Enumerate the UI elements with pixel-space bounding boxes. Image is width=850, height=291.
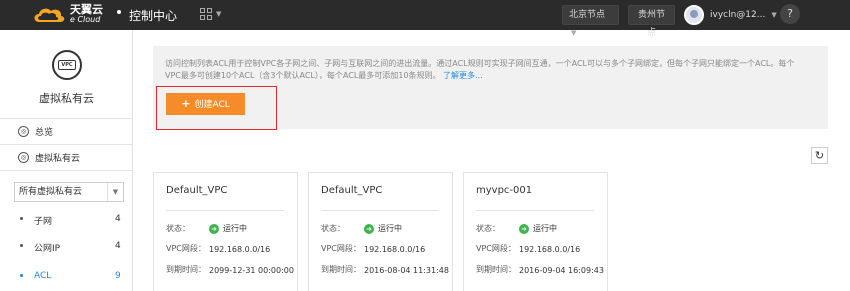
vpc-card-name: myvpc-001 [476,185,533,196]
status-text: 运行中 [533,224,557,233]
sidebar-item-public-ip[interactable]: 公网IP 4 [0,237,133,259]
sidebar-sub-label: 子网 [34,217,53,227]
region-button-guizhou[interactable]: 贵州节点 [628,5,675,38]
sidebar-divider [0,118,133,119]
user-menu[interactable]: ivycln@12... ▼ [684,2,777,28]
bullet-icon [20,274,23,277]
vpc-segment-value: 192.168.0.0/16 [209,245,271,254]
chevron-down-icon: ▼ [571,29,577,37]
expire-value: 2099-12-31 00:00:00 [209,266,294,275]
ecloud-logo[interactable]: 天翼云 e Cloud [32,3,103,27]
expire-label: 到期时间： [166,265,206,274]
running-status-icon: ➜ [209,223,219,234]
logo-text-cn: 天翼云 [70,3,103,16]
sidebar-divider [0,170,133,171]
vpc-icon: VPC [52,50,82,80]
bullet-icon [20,217,23,220]
vpc-filter-select[interactable]: 所有虚拟私有云 ▼ [14,182,124,202]
sidebar-sub-label: 公网IP [34,244,61,254]
sidebar-title: 虚拟私有云 [39,92,94,105]
sidebar-sub-count: 9 [115,271,121,281]
region-current-label: 北京节点 [569,10,606,20]
top-nav-bar: 天翼云 e Cloud 控制中心 ▼ 北京节点 ▼ 贵州节点 ivycln@12… [0,0,850,38]
refresh-icon[interactable]: ↻ [811,147,828,164]
sidebar-item-acl[interactable]: ACL 9 [0,267,133,289]
expire-label: 到期时间： [321,265,361,274]
running-status-icon: ➜ [364,223,374,234]
sidebar-sub-count: 4 [115,241,121,251]
grid-icon [200,8,212,20]
logo-text-en: e Cloud [70,15,101,24]
chevron-down-icon: ▼ [107,183,123,201]
product-grid-menu[interactable]: ▼ [200,8,221,20]
vpc-segment-label: VPC网段： [321,244,361,253]
acl-description: 访问控制列表ACL用于控制VPC各子网之间、子网与互联网之间的进出流量。通过AC… [165,58,805,82]
sidebar-item-vpc[interactable]: ◎ 虚拟私有云 [0,146,133,168]
title-separator-dot [117,10,121,14]
sidebar-item-overview[interactable]: ◎ 总览 [0,120,133,142]
vpc-card-name: Default_VPC [166,185,228,196]
status-label: 状态： [166,224,190,233]
status-badge: ➜ 运行中 [519,223,557,234]
expire-label: 到期时间： [476,265,516,274]
sidebar-item-subnet[interactable]: 子网 4 [0,210,133,232]
sidebar-item-label: 虚拟私有云 [35,153,81,164]
vpc-segment-label: VPC网段： [166,244,206,253]
vpc-card-name: Default_VPC [321,185,383,196]
cloud-logo-icon [32,5,66,25]
vpc-list-icon: ◎ [18,151,29,163]
status-label: 状态： [321,224,345,233]
sidebar-item-label: 总览 [35,127,54,138]
vpc-segment-value: 192.168.0.0/16 [364,245,426,254]
vpc-segment-label: VPC网段： [476,244,516,253]
sidebar-divider [0,144,133,145]
status-badge: ➜ 运行中 [209,223,247,234]
running-status-icon: ➜ [519,223,529,234]
vpc-card[interactable]: Default_VPC 状态： ➜ 运行中 VPC网段： 192.168.0.0… [308,172,453,291]
vpc-segment-value: 192.168.0.0/16 [519,245,581,254]
learn-more-link[interactable]: 了解更多... [443,71,483,80]
highlight-box [156,86,277,130]
card-divider [321,210,439,211]
avatar [684,5,704,25]
sidebar-sub-label: ACL [34,271,52,281]
overview-icon: ◎ [18,125,29,137]
card-divider [476,210,594,211]
status-text: 运行中 [223,224,247,233]
bullet-icon [20,244,23,247]
vpc-filter-value: 所有虚拟私有云 [19,187,83,197]
help-icon[interactable]: ? [780,4,800,24]
status-label: 状态： [476,224,500,233]
sidebar-sub-count: 4 [115,214,121,224]
expire-value: 2016-08-04 11:31:48 [364,266,449,275]
console-title: 控制中心 [129,9,178,23]
card-divider [166,210,284,211]
chevron-down-icon: ▼ [771,11,777,19]
status-badge: ➜ 运行中 [364,223,402,234]
vpc-card[interactable]: Default_VPC 状态： ➜ 运行中 VPC网段： 192.168.0.0… [153,172,298,291]
status-text: 运行中 [378,224,402,233]
username: ivycln@12... [710,10,766,20]
vpc-card[interactable]: myvpc-001 状态： ➜ 运行中 VPC网段： 192.168.0.0/1… [463,172,608,291]
region-select-beijing[interactable]: 北京节点 ▼ [562,5,619,37]
vpc-badge-label: VPC [58,60,76,70]
expire-value: 2016-09-04 16:09:43 [519,266,604,275]
sidebar: VPC 虚拟私有云 ◎ 总览 ◎ 虚拟私有云 所有虚拟私有云 ▼ 子网 4 公网… [0,30,133,291]
chevron-down-icon: ▼ [216,10,222,18]
